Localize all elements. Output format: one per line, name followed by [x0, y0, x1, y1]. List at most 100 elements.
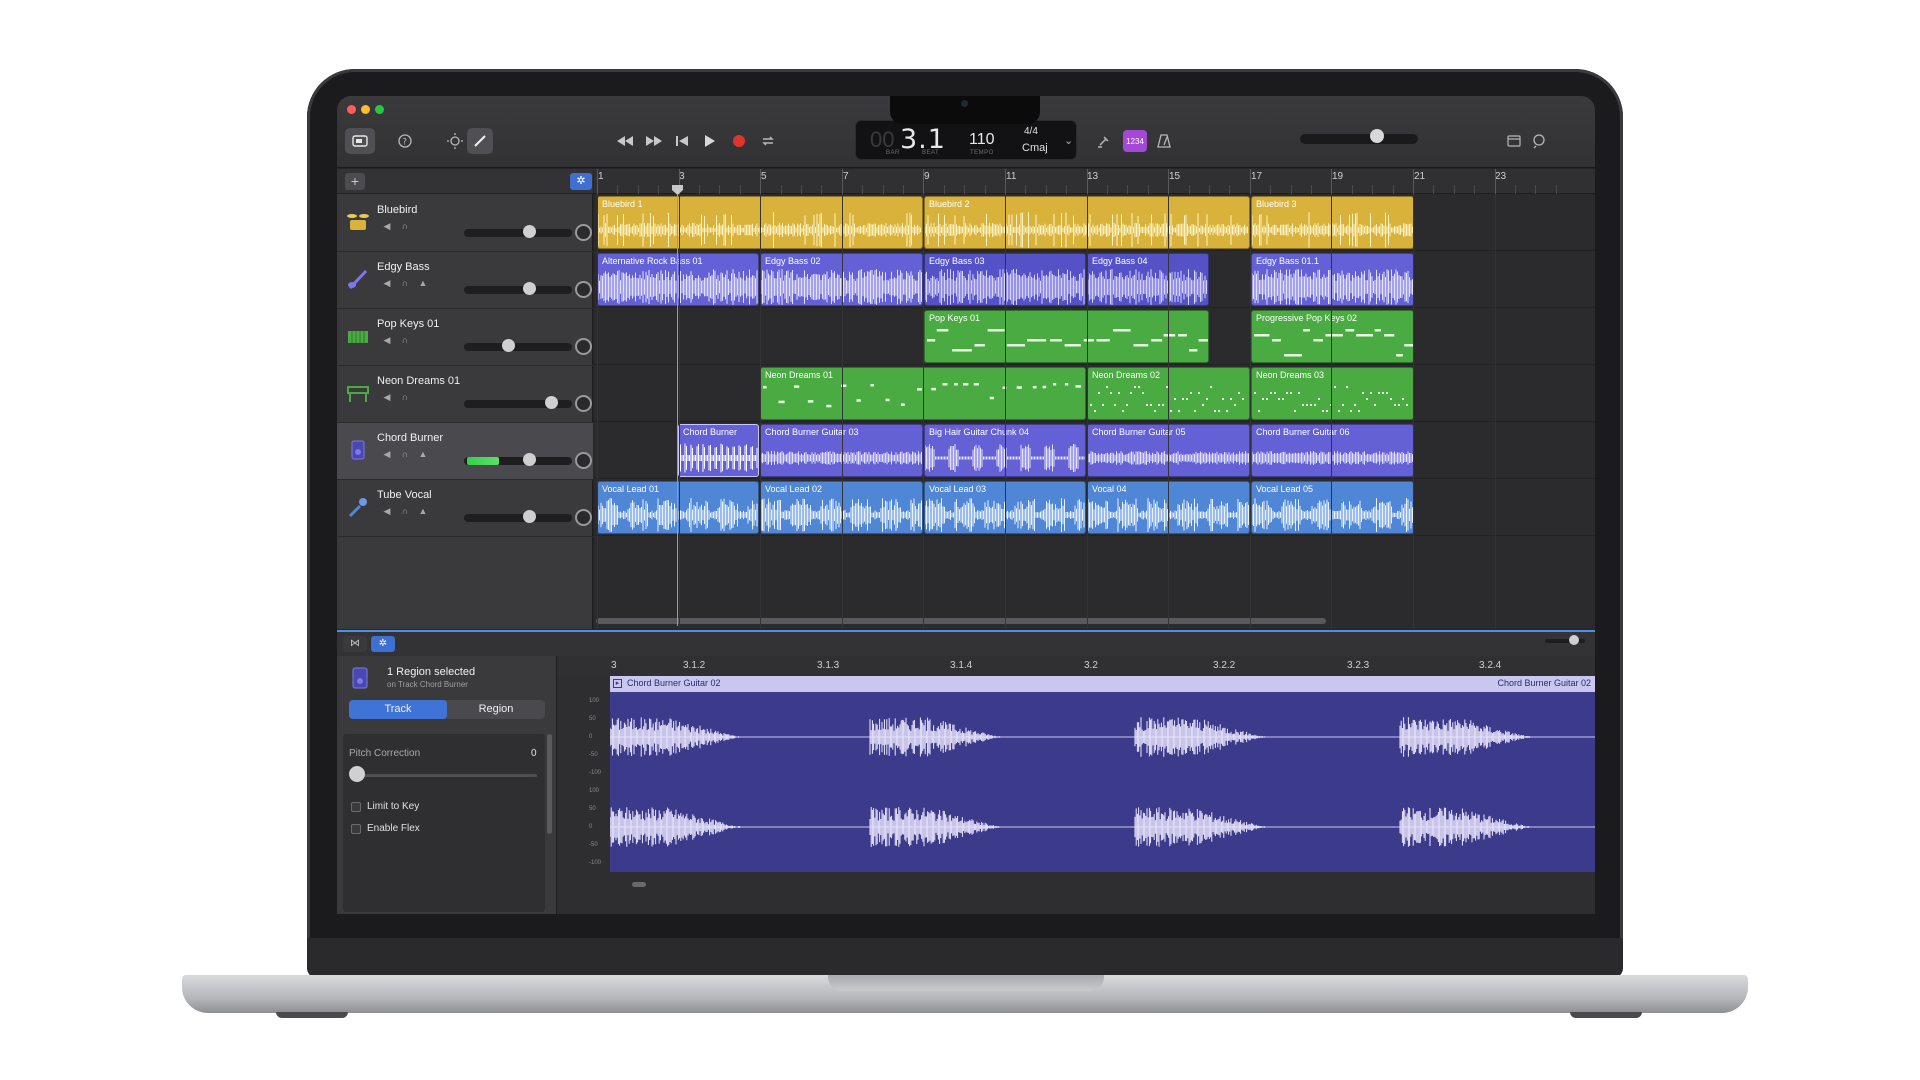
- smart-controls-button[interactable]: [443, 128, 467, 154]
- volume-slider[interactable]: [464, 514, 572, 522]
- region-keys[interactable]: Pop Keys 01: [924, 310, 1209, 363]
- mute-icon[interactable]: ◀: [381, 278, 393, 289]
- pitch-correction-slider[interactable]: [357, 774, 537, 777]
- library-button[interactable]: [345, 128, 375, 154]
- region-bass[interactable]: Edgy Bass 04: [1087, 253, 1209, 306]
- zoom-window-button[interactable]: [375, 105, 384, 114]
- headphones-icon[interactable]: ∩: [399, 506, 411, 517]
- editor-region-header[interactable]: ▸ Chord Burner Guitar 02 Chord Burner Gu…: [610, 676, 1595, 692]
- record-enable-icon[interactable]: ▲: [417, 449, 429, 460]
- lcd-time-signature[interactable]: 4/4: [1024, 126, 1038, 137]
- limit-to-key-checkbox[interactable]: [351, 802, 361, 812]
- volume-slider[interactable]: [464, 343, 572, 351]
- mute-icon[interactable]: ◀: [381, 392, 393, 403]
- track-name[interactable]: Tube Vocal: [377, 489, 432, 501]
- volume-knob[interactable]: [523, 282, 536, 295]
- tracks-area[interactable]: 1 3 5 7 9 11 13 15 17 19 21 23 Bluebird …: [594, 169, 1595, 629]
- playhead[interactable]: [677, 186, 678, 626]
- pitch-correction-knob[interactable]: [349, 766, 365, 782]
- pan-knob[interactable]: [575, 395, 592, 412]
- region-chord[interactable]: Chord Burner Guitar 06: [1251, 424, 1414, 477]
- headphones-icon[interactable]: ∩: [399, 335, 411, 346]
- headphones-icon[interactable]: ∩: [399, 449, 411, 460]
- track-name[interactable]: Bluebird: [377, 204, 417, 216]
- add-track-button[interactable]: +: [345, 173, 365, 190]
- region-bass[interactable]: Edgy Bass 01.1: [1251, 253, 1414, 306]
- master-volume-slider[interactable]: [1300, 134, 1418, 144]
- lcd-tempo[interactable]: 110: [969, 131, 995, 149]
- region-chord[interactable]: Chord Burner: [678, 424, 759, 477]
- volume-knob[interactable]: [523, 510, 536, 523]
- flex-pitch-button[interactable]: ✲: [570, 173, 592, 190]
- region-neon[interactable]: Neon Dreams 03: [1251, 367, 1414, 420]
- tab-track[interactable]: Track: [349, 700, 447, 719]
- record-enable-icon[interactable]: ▲: [417, 506, 429, 517]
- lcd-display[interactable]: 00 3.1 BAR BEAT 110 TEMPO 4/4 Cmaj ⌄: [855, 120, 1077, 160]
- editor-waveform-area[interactable]: [609, 692, 1595, 872]
- mute-icon[interactable]: ◀: [381, 449, 393, 460]
- track-header-bluebird[interactable]: Bluebird ◀ ∩: [337, 195, 593, 252]
- pan-knob[interactable]: [575, 452, 592, 469]
- editors-button[interactable]: [467, 128, 493, 154]
- record-enable-icon[interactable]: ▲: [417, 278, 429, 289]
- headphones-icon[interactable]: ∩: [399, 392, 411, 403]
- volume-slider[interactable]: [464, 229, 572, 237]
- mute-icon[interactable]: ◀: [381, 335, 393, 346]
- headphones-icon[interactable]: ∩: [399, 278, 411, 289]
- region-bluebird[interactable]: Bluebird 3: [1251, 196, 1414, 249]
- tab-region[interactable]: Region: [447, 700, 545, 719]
- ruler-tick: [1147, 185, 1149, 194]
- horizontal-scrollbar[interactable]: [596, 618, 1326, 624]
- pan-knob[interactable]: [575, 281, 592, 298]
- track-header-tube-vocal[interactable]: Tube Vocal ◀ ∩ ▲: [337, 480, 593, 537]
- play-button[interactable]: [699, 128, 721, 154]
- volume-knob[interactable]: [502, 339, 515, 352]
- headphones-icon[interactable]: ∩: [399, 221, 411, 232]
- region-vocal[interactable]: Vocal Lead 05: [1251, 481, 1414, 534]
- pan-knob[interactable]: [575, 509, 592, 526]
- rewind-button[interactable]: [614, 128, 636, 154]
- track-header-edgy-bass[interactable]: Edgy Bass ◀ ∩ ▲: [337, 252, 593, 309]
- tuner-button[interactable]: [1093, 128, 1115, 154]
- pan-knob[interactable]: [575, 338, 592, 355]
- editor-scrollbar[interactable]: [632, 882, 646, 887]
- editor-ruler[interactable]: 3 3.1.2 3.1.3 3.1.4 3.2 3.2.2 3.2.3 3.2.…: [557, 656, 1595, 676]
- track-header-chord-burner[interactable]: Chord Burner ◀ ∩ ▲: [337, 423, 593, 480]
- track-name[interactable]: Neon Dreams 01: [377, 375, 460, 387]
- pan-knob[interactable]: [575, 224, 592, 241]
- close-window-button[interactable]: [347, 105, 356, 114]
- volume-knob[interactable]: [523, 225, 536, 238]
- lcd-key[interactable]: Cmaj: [1022, 142, 1048, 154]
- master-volume-knob[interactable]: [1370, 129, 1384, 143]
- mute-icon[interactable]: ◀: [381, 506, 393, 517]
- record-button[interactable]: [728, 128, 750, 154]
- track-name[interactable]: Edgy Bass: [377, 261, 430, 273]
- volume-knob[interactable]: [523, 453, 536, 466]
- notepad-button[interactable]: [1503, 128, 1525, 154]
- track-header-neon-dreams[interactable]: Neon Dreams 01 ◀ ∩: [337, 366, 593, 423]
- loop-browser-button[interactable]: [1528, 128, 1550, 154]
- metronome-button[interactable]: [1153, 128, 1175, 154]
- minimize-window-button[interactable]: [361, 105, 370, 114]
- enable-flex-checkbox[interactable]: [351, 824, 361, 834]
- timeline-ruler[interactable]: 1 3 5 7 9 11 13 15 17 19 21 23: [594, 169, 1595, 194]
- fast-forward-button[interactable]: [643, 128, 665, 154]
- mute-icon[interactable]: ◀: [381, 221, 393, 232]
- chevron-down-icon[interactable]: ⌄: [1064, 134, 1073, 147]
- quick-help-button[interactable]: ?: [393, 128, 417, 154]
- flex-button[interactable]: ✲: [371, 636, 395, 652]
- region-keys[interactable]: Progressive Pop Keys 02: [1251, 310, 1414, 363]
- editor-zoom-knob[interactable]: [1569, 635, 1579, 645]
- go-to-beginning-button[interactable]: [671, 128, 693, 154]
- loop-browser-icon: [1533, 134, 1545, 149]
- catch-playhead-button[interactable]: ⋈: [343, 636, 367, 652]
- inspector-scrollbar[interactable]: [547, 734, 552, 834]
- cycle-button[interactable]: [757, 128, 779, 154]
- count-in-button[interactable]: 1234: [1123, 130, 1147, 152]
- volume-knob[interactable]: [545, 396, 558, 409]
- track-name[interactable]: Pop Keys 01: [377, 318, 439, 330]
- volume-slider[interactable]: [464, 286, 572, 294]
- track-name[interactable]: Chord Burner: [377, 432, 443, 444]
- editor-zoom-slider[interactable]: [1545, 639, 1585, 643]
- track-header-pop-keys[interactable]: Pop Keys 01 ◀ ∩: [337, 309, 593, 366]
